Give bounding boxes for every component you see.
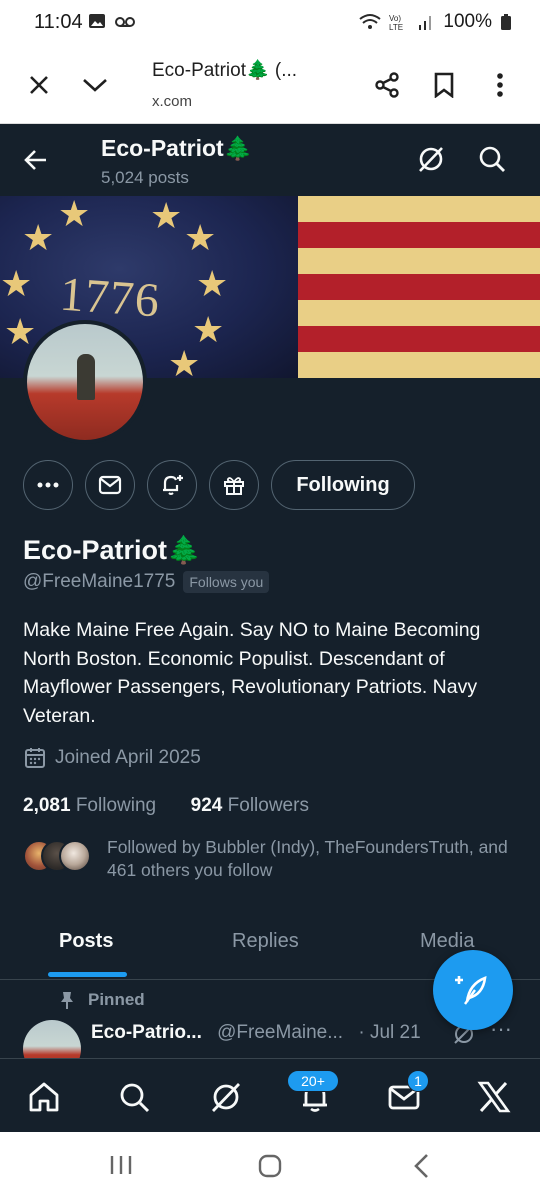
banner-star: ★ [168,343,201,379]
calendar-icon [25,748,45,768]
following-button[interactable]: Following [271,460,415,510]
profile-avatar[interactable] [23,320,147,444]
banner-star: ★ [150,196,183,236]
banner-year: 1776 [58,267,162,328]
browser-toolbar: Eco-Patriot🌲 (... x.com [0,46,540,124]
back-arrow-icon[interactable] [22,146,50,179]
notifications-badge: 20+ [287,1070,339,1092]
followers-label: Followers [227,795,309,816]
tab-replies[interactable]: Replies [232,930,299,953]
grok-nav-icon[interactable] [206,1077,246,1117]
banner-star: ★ [22,217,55,258]
gift-icon [224,477,244,495]
chevron-down-icon[interactable] [78,68,112,102]
more-options-button[interactable] [23,460,73,510]
profile-header: Eco-Patriot🌲 5,024 posts [0,124,540,196]
compose-button[interactable] [433,950,513,1030]
svg-text:Vo): Vo) [389,14,401,23]
header-post-count: 5,024 posts [101,168,189,187]
followers-count-link[interactable]: 924 Followers [191,795,309,816]
following-label: Following [75,795,157,816]
svg-text:LTE: LTE [389,23,403,31]
bottom-navigation: 20+ 1 [0,1058,540,1132]
home-button-icon[interactable] [256,1152,284,1185]
volte-icon: Vo)LTE [389,14,403,31]
system-back-icon[interactable] [410,1152,434,1185]
page-title[interactable]: Eco-Patriot🌲 (... [152,58,297,82]
banner-star: ★ [4,311,37,352]
system-navigation-bar [0,1132,540,1200]
follower-avatar [59,840,91,872]
profile-bio: Make Maine Free Again. Say NO to Maine B… [23,619,481,727]
profile-name: Eco-Patriot🌲 [23,535,201,565]
share-icon[interactable] [370,68,404,102]
more-vertical-icon[interactable] [483,68,517,102]
bell-plus-icon [163,475,183,495]
battery-icon [501,14,511,30]
page-url[interactable]: x.com [152,93,192,110]
recents-icon[interactable] [108,1152,134,1183]
gift-button[interactable] [209,460,259,510]
post-author-handle[interactable]: @FreeMaine... [217,1022,343,1043]
active-tab-indicator [48,972,127,977]
battery-percent: 100% [443,11,492,32]
compose-feather-icon [455,976,487,1005]
post-header: Eco-Patrio... @FreeMaine... · Jul 21 [91,1022,421,1044]
banner-star: ★ [184,217,217,258]
grok-icon[interactable] [416,144,446,179]
more-horizontal-icon [37,482,59,488]
post-author-name[interactable]: Eco-Patrio... [91,1022,202,1043]
followers-count: 924 [190,795,223,816]
post-date[interactable]: · Jul 21 [358,1022,420,1043]
joined-date: Joined April 2025 [55,747,201,768]
followed-by-text: Followed by Bubbler (Indy), TheFoundersT… [107,837,508,880]
x-logo-icon[interactable] [474,1077,514,1117]
banner-star: ★ [196,263,229,304]
envelope-icon [98,475,122,495]
search-icon[interactable] [477,144,507,179]
header-name: Eco-Patriot🌲 [101,135,253,161]
gallery-icon [89,14,105,28]
following-count-link[interactable]: 2,081 Following [23,795,156,816]
banner-star: ★ [58,196,91,234]
following-count: 2,081 [23,795,71,816]
voicemail-icon [115,17,135,27]
bookmark-icon[interactable] [427,68,461,102]
system-status-bar: 11:04 Vo) LTE 100% [0,0,540,46]
profile-handle: @FreeMaine1775 [23,571,176,592]
pin-icon [61,992,73,1009]
pinned-label: Pinned [88,990,145,1009]
signal-icon [419,16,432,30]
banner-star: ★ [0,263,33,304]
explore-search-icon[interactable] [114,1077,154,1117]
follows-you-badge: Follows you [183,571,270,593]
message-button[interactable] [85,460,135,510]
close-icon[interactable] [22,68,56,102]
notify-button[interactable] [147,460,197,510]
messages-badge: 1 [407,1070,429,1092]
status-time: 11:04 [34,11,83,33]
home-icon[interactable] [24,1077,64,1117]
tab-posts[interactable]: Posts [59,930,113,953]
profile-actions: Following [0,460,540,512]
wifi-icon [359,14,382,29]
